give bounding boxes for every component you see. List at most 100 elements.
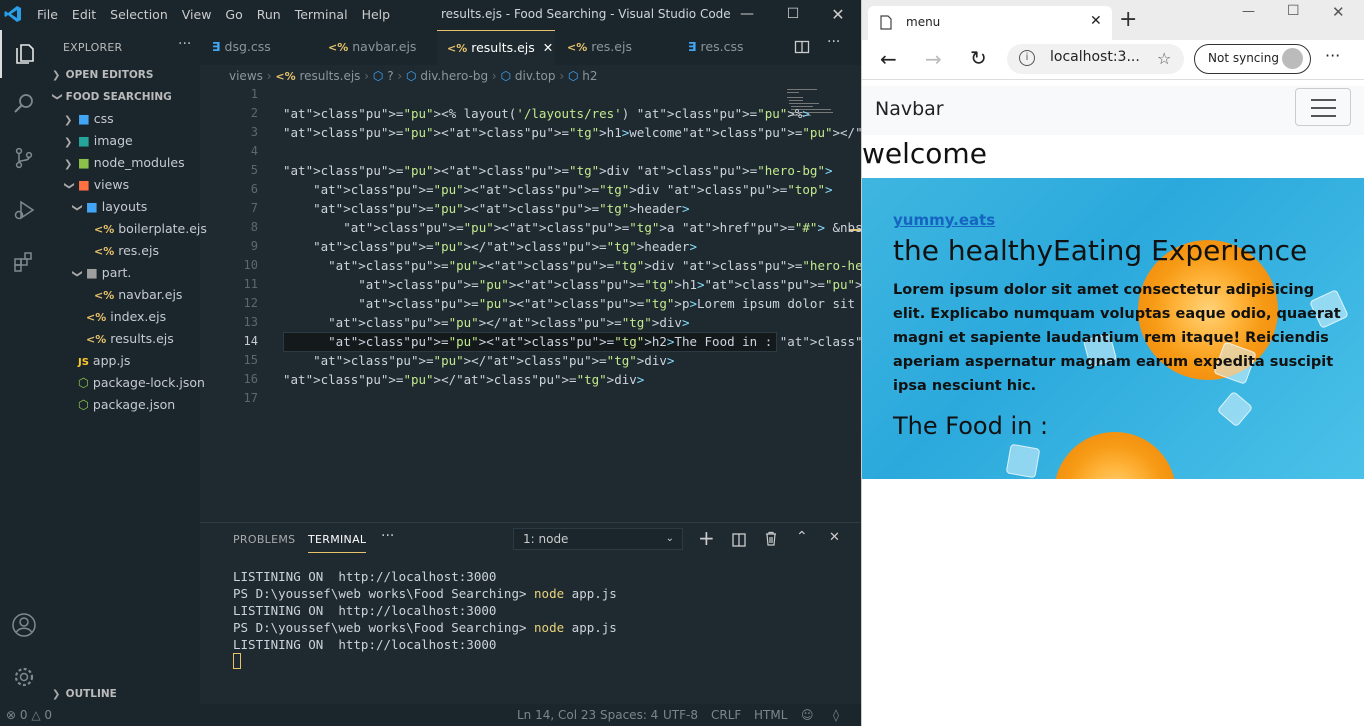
close-icon[interactable]: ✕ xyxy=(1332,3,1345,21)
extensions-icon[interactable] xyxy=(0,238,48,286)
source-control-icon[interactable] xyxy=(0,134,48,182)
tree-item-app-js[interactable]: JS app.js xyxy=(78,353,130,368)
more-menu-icon[interactable]: ··· xyxy=(1325,46,1340,65)
menu-selection[interactable]: Selection xyxy=(103,0,175,30)
window-title: results.ejs - Food Searching - Visual St… xyxy=(441,7,731,21)
forward-icon[interactable]: → xyxy=(925,49,942,69)
menu-file[interactable]: File xyxy=(30,0,65,30)
navbar-brand[interactable]: Navbar xyxy=(875,98,944,120)
tree-item-image[interactable]: ❯ ■ image xyxy=(64,133,133,148)
browser-tab-title: menu xyxy=(906,15,941,29)
add-favorite-icon[interactable]: ☆ xyxy=(1157,49,1171,68)
sync-button[interactable]: Not syncing xyxy=(1194,44,1311,74)
hero-subtitle: The Food in : xyxy=(893,412,1049,440)
tree-item-node-modules[interactable]: ❯ ■ node_modules xyxy=(64,155,185,170)
tree-item-part[interactable]: ❯ ■ part. xyxy=(72,265,132,280)
tree-item-results[interactable]: <% results.ejs xyxy=(86,331,174,346)
minimize-icon[interactable]: — xyxy=(1242,4,1255,19)
open-editors-section[interactable]: ❯ OPEN EDITORS xyxy=(52,69,153,81)
new-tab-icon[interactable]: + xyxy=(1119,9,1137,31)
code-line: "at">class"pu">="pu"><"at">class"pu">="t… xyxy=(283,163,833,178)
tree-item-index[interactable]: <% index.ejs xyxy=(86,309,166,324)
cursor-position[interactable]: Ln 14, Col 23 xyxy=(517,704,596,726)
refresh-icon[interactable]: ↻ xyxy=(970,48,987,68)
css-icon: ∃ xyxy=(688,39,697,54)
web-page: Navbar welcome yummy.eats the healthyEat… xyxy=(862,80,1364,726)
tab-label: navbar.ejs xyxy=(352,39,417,54)
encoding[interactable]: UTF-8 xyxy=(663,704,698,726)
indentation[interactable]: Spaces: 4 xyxy=(600,704,658,726)
notifications-icon[interactable]: ◊ xyxy=(833,704,839,726)
close-panel-icon[interactable]: ✕ xyxy=(829,530,840,545)
tree-item-package-lock[interactable]: ⬡ package-lock.json xyxy=(78,375,205,390)
tab-navbar-ejs[interactable]: <% navbar.ejs xyxy=(328,30,416,65)
maximize-icon[interactable]: ☐ xyxy=(770,0,816,30)
tree-item-layouts[interactable]: ❯ ■ layouts xyxy=(72,199,148,214)
back-icon[interactable]: ← xyxy=(880,49,897,69)
language-mode[interactable]: HTML xyxy=(754,704,787,726)
menu-run[interactable]: Run xyxy=(250,0,288,30)
tab-res-ejs[interactable]: <% res.ejs xyxy=(567,30,632,65)
breadcrumb-item[interactable]: results.ejs xyxy=(299,69,360,83)
tab-results-ejs[interactable]: <% results.ejs ✕ xyxy=(437,30,555,65)
more-actions-icon[interactable]: ··· xyxy=(178,36,191,52)
breadcrumb-item[interactable]: ? xyxy=(387,69,393,83)
split-terminal-icon[interactable] xyxy=(732,532,746,551)
settings-gear-icon[interactable] xyxy=(0,653,48,701)
split-editor-icon[interactable] xyxy=(794,39,810,59)
tree-item-res-ejs[interactable]: <% res.ejs xyxy=(94,243,159,258)
trash-icon[interactable] xyxy=(764,531,778,550)
breadcrumb-item[interactable]: div.hero-bg xyxy=(420,69,488,83)
line-ending[interactable]: CRLF xyxy=(711,704,741,726)
code-line: "at">class"pu">="pu"><"at">class"pu">="t… xyxy=(358,296,856,311)
tree-item-package[interactable]: ⬡ package.json xyxy=(78,397,175,412)
tab-res-css[interactable]: ∃ res.css xyxy=(688,30,743,65)
terminal-select[interactable]: 1: node ⌄ xyxy=(513,528,683,550)
browser-tab[interactable]: menu ✕ xyxy=(868,6,1112,40)
tab-terminal[interactable]: TERMINAL xyxy=(308,533,367,553)
yummy-eats-link[interactable]: yummy.eats xyxy=(893,211,995,229)
tree-item-views[interactable]: ❯ ■ views xyxy=(64,177,130,192)
activity-bar xyxy=(0,30,48,704)
tab-problems[interactable]: PROBLEMS xyxy=(233,533,295,546)
more-actions-icon[interactable]: ··· xyxy=(827,34,840,50)
menu-help[interactable]: Help xyxy=(355,0,398,30)
tree-item-navbar[interactable]: <% navbar.ejs xyxy=(94,287,182,302)
feedback-icon[interactable]: ☺ xyxy=(801,704,814,726)
explorer-icon[interactable] xyxy=(0,30,48,78)
maximize-panel-icon[interactable]: ⌃ xyxy=(796,529,808,545)
hero-paragraph: Lorem ipsum dolor sit amet consectetur a… xyxy=(893,282,1341,394)
menu-edit[interactable]: Edit xyxy=(65,0,103,30)
project-section[interactable]: ❯ FOOD SEARCHING xyxy=(52,91,172,103)
run-debug-icon[interactable] xyxy=(0,186,48,234)
minimize-icon[interactable]: — xyxy=(724,0,770,30)
page-heading: welcome xyxy=(862,137,987,170)
add-terminal-icon[interactable]: + xyxy=(698,526,715,550)
more-actions-icon[interactable]: ··· xyxy=(381,528,394,544)
tree-item-css[interactable]: ❯ ■ css xyxy=(64,111,114,126)
outline-section[interactable]: ❯ OUTLINE xyxy=(52,688,117,700)
breadcrumb-item[interactable]: div.top xyxy=(515,69,556,83)
tab-label: res.ejs xyxy=(591,39,632,54)
ejs-icon: <% xyxy=(94,245,115,258)
info-icon[interactable]: i xyxy=(1019,50,1035,66)
menu-go[interactable]: Go xyxy=(218,0,249,30)
breadcrumb-item[interactable]: h2 xyxy=(582,69,597,83)
ejs-icon: <% xyxy=(275,70,296,83)
maximize-icon[interactable]: ☐ xyxy=(1287,3,1300,19)
tab-dsg-css[interactable]: ∃ dsg.css xyxy=(212,30,271,65)
tab-close-icon[interactable]: ✕ xyxy=(1090,13,1102,29)
errors-status[interactable]: ⊗ 0 △ 0 xyxy=(6,704,52,726)
tab-close-icon[interactable]: ✕ xyxy=(543,40,553,55)
close-icon[interactable]: ✕ xyxy=(815,0,861,30)
code-editor[interactable]: 1 2 3 4 5 6 7 8 9 10 11 12 13 14 15 16 17 "at">class"pu">… xyxy=(200,87,861,522)
account-icon[interactable] xyxy=(0,601,48,649)
search-icon[interactable] xyxy=(0,80,48,128)
address-bar[interactable]: i localhost:3... ☆ xyxy=(1007,44,1184,74)
tree-item-boilerplate[interactable]: <% boilerplate.ejs xyxy=(94,221,207,236)
menu-view[interactable]: View xyxy=(175,0,219,30)
chevron-right-icon: › xyxy=(364,69,370,83)
menu-terminal[interactable]: Terminal xyxy=(288,0,355,30)
navbar-toggler[interactable] xyxy=(1295,88,1351,126)
breadcrumb-item[interactable]: views xyxy=(229,69,263,83)
